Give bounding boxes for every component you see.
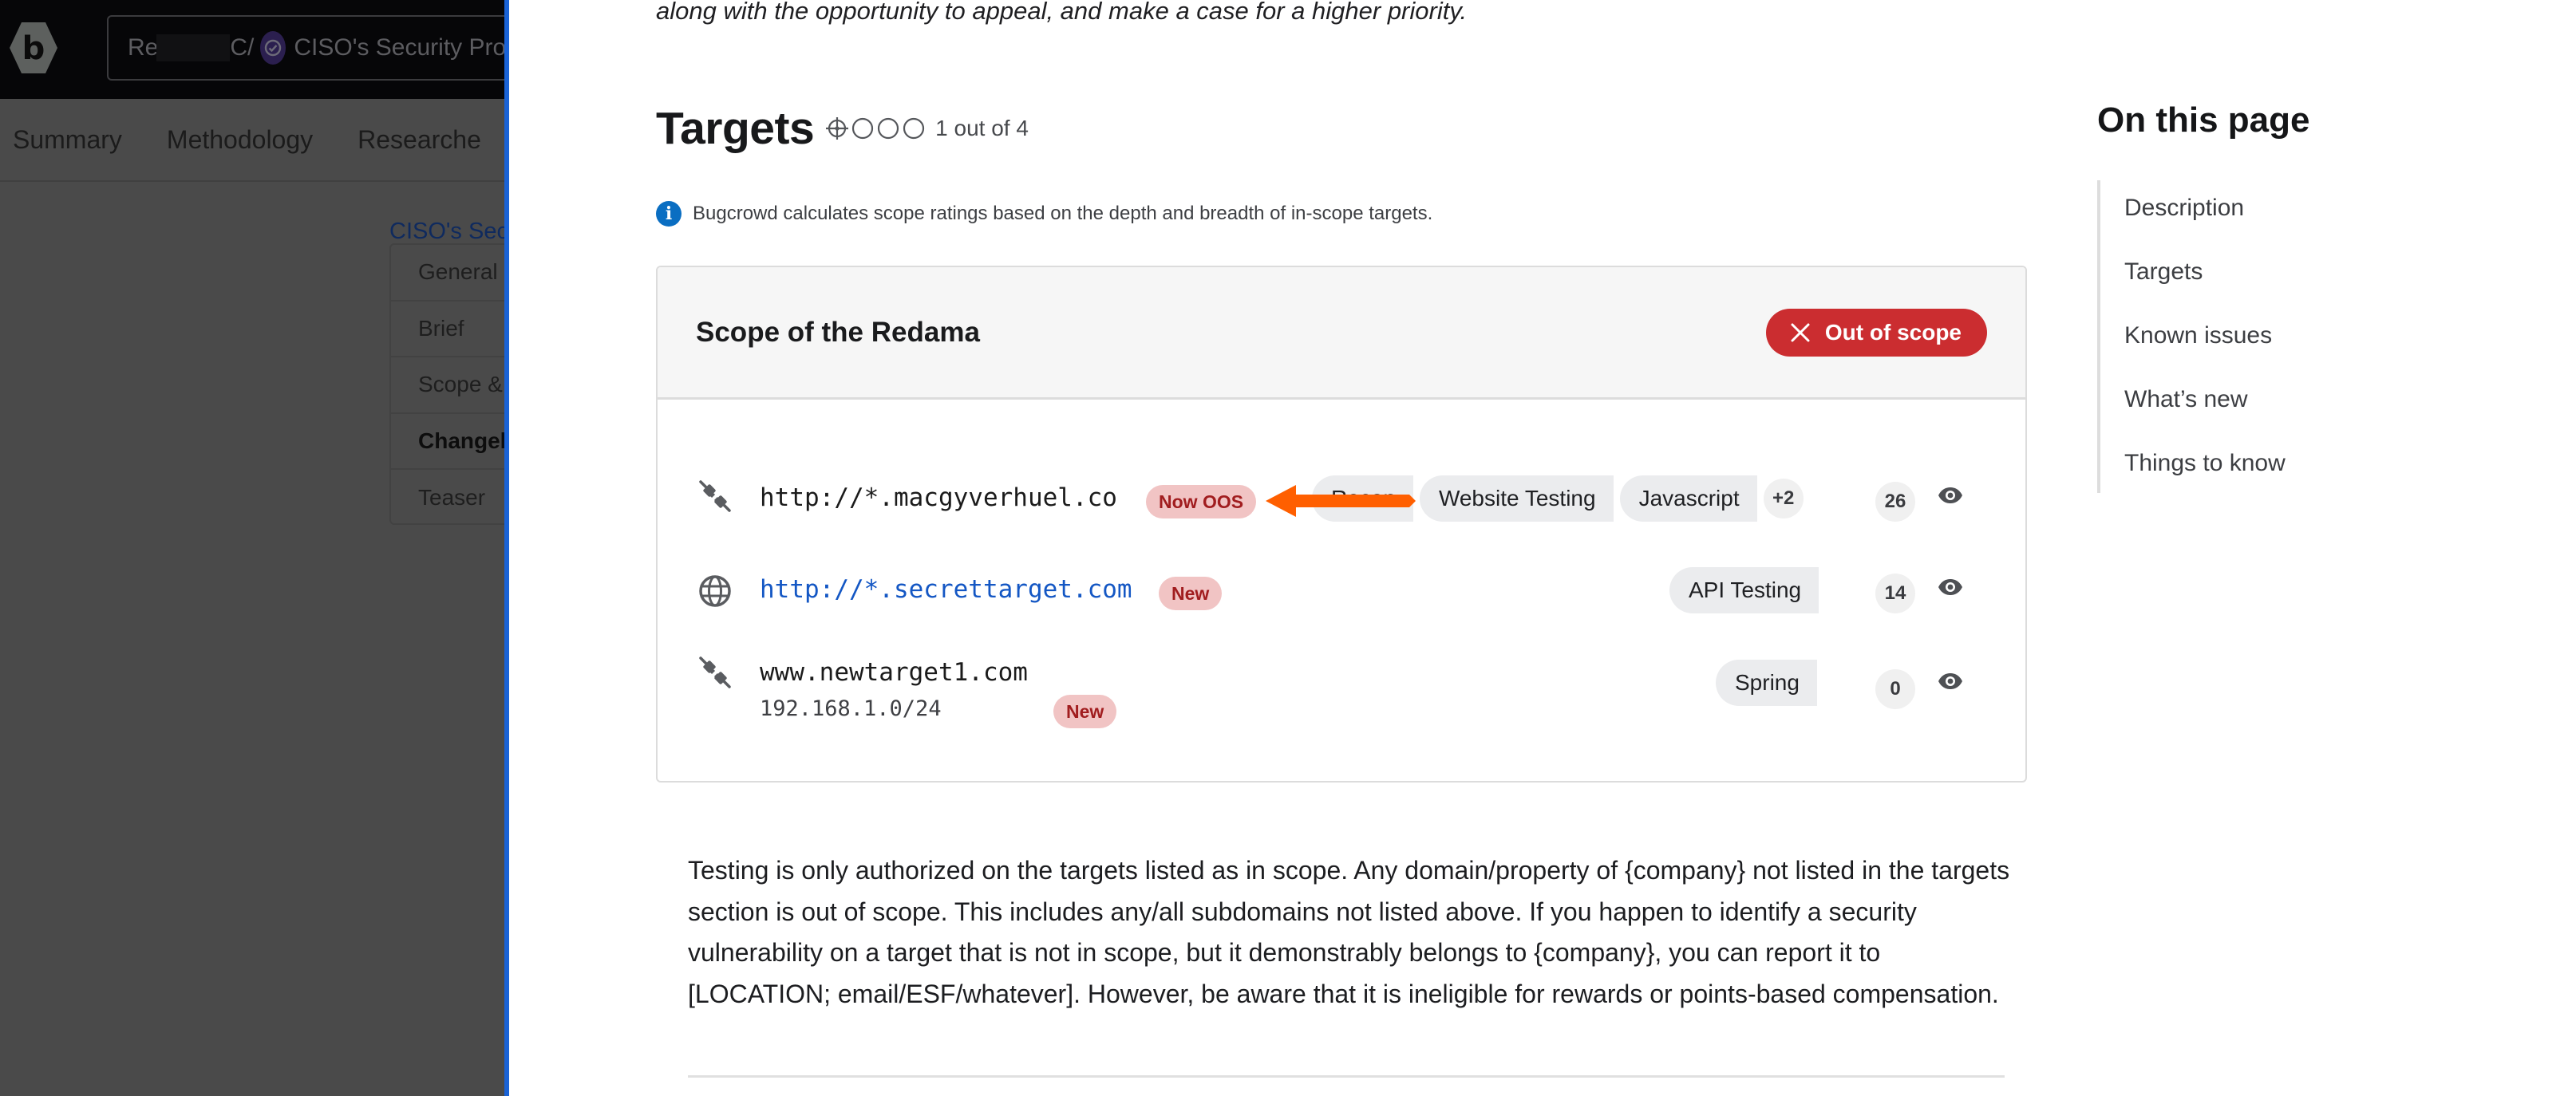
submission-count: 14 (1875, 574, 1915, 613)
tab-summary[interactable]: Summary (13, 125, 122, 155)
breadcrumb-separator: / (247, 34, 255, 61)
submission-count: 26 (1875, 482, 1915, 522)
submission-count: 0 (1875, 669, 1915, 709)
target-ip-range: 192.168.1.0/24 (760, 696, 942, 721)
info-icon: i (656, 201, 682, 227)
out-of-scope-button[interactable]: Out of scope (1765, 308, 1987, 357)
toc-item-things-to-know[interactable]: Things to know (2100, 436, 2337, 499)
scope-title: Scope of the Redama (696, 316, 980, 348)
tag: API Testing (1669, 567, 1819, 613)
eye-icon[interactable] (1938, 487, 1963, 504)
toc-item-whats-new[interactable]: What’s new (2100, 372, 2337, 436)
side-nav-item-scope[interactable]: Scope & (391, 357, 504, 414)
scope-rating: 1 out of 4 (825, 116, 1029, 141)
program-page-link[interactable]: CISO's Sec (389, 219, 504, 245)
target-url: www.newtarget1.com (760, 658, 1028, 687)
side-nav-item-teaser[interactable]: Teaser (391, 470, 504, 526)
target-url-link[interactable]: http://*.secrettarget.com (760, 575, 1132, 604)
bugcrowd-logo-icon[interactable]: b (10, 21, 57, 75)
target-row: http://*.secrettarget.com New API Testin… (658, 554, 2025, 626)
crosshair-rating-filled-icon (826, 117, 849, 140)
settings-side-nav: General Brief Scope & Changel Teaser (389, 243, 504, 525)
on-this-page-title: On this page (2097, 101, 2310, 140)
rating-empty-icon (878, 117, 899, 140)
program-nav-tabs: Summary Methodology Researche (0, 99, 504, 182)
api-plug-icon (699, 656, 731, 688)
target-tags: Spring (1716, 660, 1817, 706)
intro-paragraph-end: along with the opportunity to appeal, an… (656, 0, 1468, 25)
targets-section-header: Targets 1 out of 4 (656, 102, 1029, 155)
eye-icon[interactable] (1938, 672, 1963, 690)
target-row: www.newtarget1.com 192.168.1.0/24 New Sp… (658, 642, 2025, 746)
svg-text:b: b (22, 30, 45, 67)
tab-researchers[interactable]: Researche (358, 125, 481, 155)
status-badge-new: New (1053, 695, 1117, 728)
status-badge-new: New (1159, 577, 1223, 610)
on-this-page-nav: On this page Description Targets Known i… (2097, 101, 2310, 493)
program-breadcrumb[interactable]: Re C / CISO's Security Pro (107, 15, 504, 81)
section-divider (688, 1075, 2005, 1078)
target-row: http://*.macgyverhuel.co Now OOS Recon W… (658, 463, 2025, 534)
globe-icon (699, 575, 731, 607)
side-nav-item-changelog[interactable]: Changel (391, 414, 504, 470)
scope-card-header: Scope of the Redama Out of scope (658, 267, 2025, 400)
toc-item-targets[interactable]: Targets (2100, 244, 2337, 308)
status-badge-now-oos: Now OOS (1146, 485, 1257, 518)
scope-rating-info-text: Bugcrowd calculates scope ratings based … (693, 203, 1433, 224)
app-header: b Re C / CISO's Security Pro (0, 0, 504, 99)
more-tags-pill[interactable]: +2 (1763, 479, 1804, 518)
rating-empty-icon (903, 117, 925, 140)
org-name-start: Re (128, 34, 159, 61)
redacted-org-name (156, 34, 231, 61)
target-tags: API Testing (1669, 567, 1819, 613)
out-of-scope-label: Out of scope (1824, 319, 1962, 345)
tag: Recon (1312, 475, 1413, 522)
target-url: http://*.macgyverhuel.co (760, 483, 1117, 512)
side-nav-item-general[interactable]: General (391, 245, 504, 302)
background-app-overlay: b Re C / CISO's Security Pro Summary Met… (0, 0, 504, 1096)
side-nav-item-brief[interactable]: Brief (391, 302, 504, 357)
tag: Website Testing (1419, 475, 1614, 522)
targets-heading: Targets (656, 103, 815, 154)
scope-rating-label: 1 out of 4 (935, 116, 1029, 140)
verified-program-icon (260, 31, 286, 65)
on-this-page-list: Description Targets Known issues What’s … (2097, 180, 2337, 493)
api-plug-icon (699, 480, 731, 512)
eye-icon[interactable] (1938, 578, 1963, 596)
out-of-scope-policy-text: Testing is only authorized on the target… (688, 856, 2010, 1008)
rating-empty-icon (852, 117, 874, 140)
org-name-end: C (230, 34, 248, 61)
toc-item-known-issues[interactable]: Known issues (2100, 308, 2337, 372)
program-name: CISO's Security Pro (294, 34, 504, 61)
tab-methodology[interactable]: Methodology (167, 125, 313, 155)
scope-rating-info: i Bugcrowd calculates scope ratings base… (656, 201, 1432, 227)
tag: Spring (1716, 660, 1817, 706)
program-brief-preview-panel: along with the opportunity to appeal, an… (509, 0, 2576, 1096)
tag: Javascript (1619, 475, 1757, 522)
close-icon (1791, 323, 1810, 341)
toc-item-description[interactable]: Description (2100, 180, 2337, 244)
scope-card: Scope of the Redama Out of scope http://… (656, 266, 2027, 783)
target-tags: Recon Website Testing Javascript +2 (1312, 475, 1804, 522)
